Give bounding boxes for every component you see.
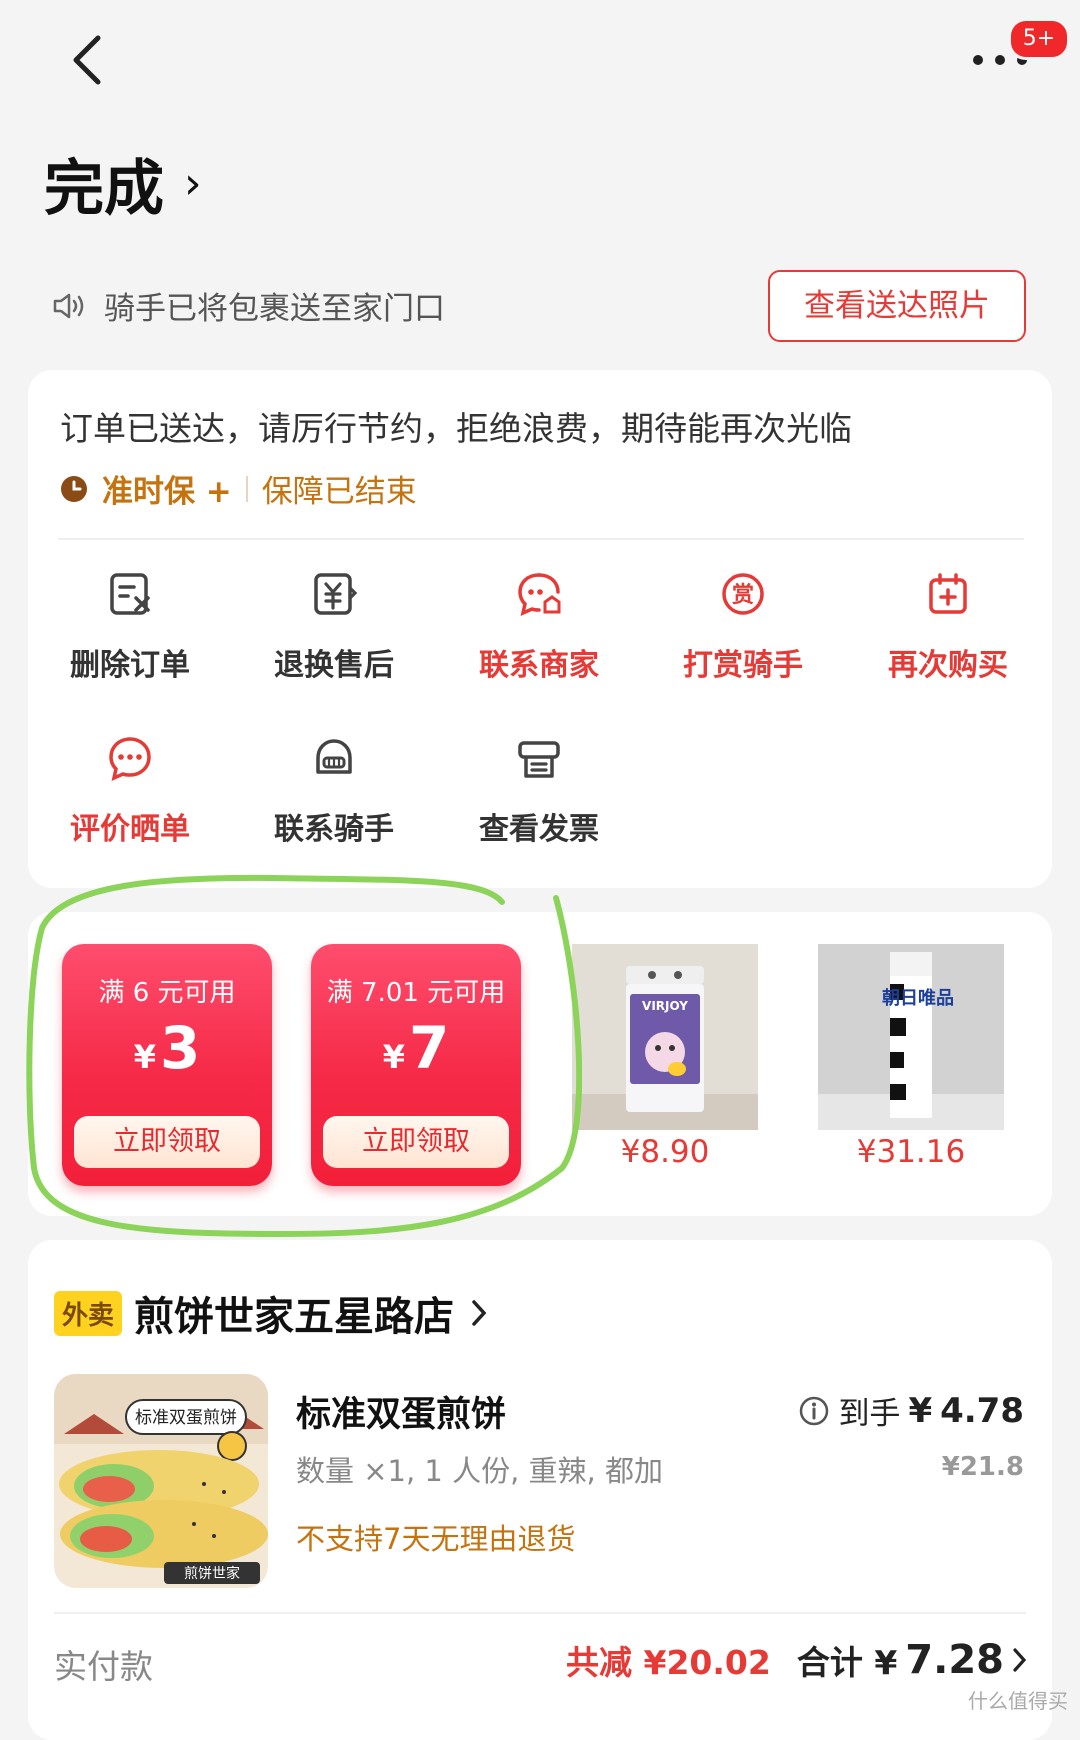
delete-order-button[interactable]: 删除订单 <box>55 570 205 684</box>
coupon-currency: ¥ <box>382 1038 405 1076</box>
on-time-guarantee[interactable]: 准时保 + 保障已结束 <box>60 466 417 511</box>
contact-merchant-icon <box>518 573 561 617</box>
back-arrow-icon[interactable] <box>58 30 118 90</box>
order-status-title[interactable]: 完成 › <box>44 140 202 227</box>
buy-again-button[interactable]: 再次购买 <box>873 570 1023 684</box>
milk-product-image: 朝日唯品 <box>818 944 1004 1130</box>
total-label: 合计 ¥ <box>796 1643 898 1682</box>
total-amount: 合计 ¥7.28 <box>797 1636 1028 1684</box>
svg-text:赏: 赏 <box>732 583 754 608</box>
payment-summary[interactable]: 共减 ¥20.02 合计 ¥7.28 <box>566 1636 1028 1684</box>
product-brand: 朝日唯品 <box>882 987 954 1009</box>
review-order-button[interactable]: 评价晒单 <box>55 734 205 848</box>
chevron-right-icon <box>1013 1648 1027 1672</box>
watermark: 什么值得买 <box>968 1689 1068 1713</box>
action-label: 联系骑手 <box>274 812 394 847</box>
jianbing-photo: 标准双蛋煎饼 煎饼世家 <box>54 1374 268 1588</box>
coupon-amount: ¥7 <box>311 1014 521 1082</box>
food-image-label: 标准双蛋煎饼 <box>135 1408 237 1428</box>
final-price-label: 到手 <box>838 1396 901 1432</box>
item-spec: 数量 ×1, 1 人份, 重辣, 都加 <box>296 1454 663 1488</box>
action-label: 再次购买 <box>888 648 1008 683</box>
chevron-right-icon <box>472 1300 487 1326</box>
item-name: 标准双蛋煎饼 <box>296 1395 507 1435</box>
final-price-currency: ¥ <box>908 1390 933 1431</box>
coupon-value: 7 <box>408 1014 450 1082</box>
clock-icon <box>61 475 87 502</box>
original-price: ¥21.8 <box>941 1452 1024 1482</box>
contact-rider-button[interactable]: 联系骑手 <box>259 734 409 848</box>
coupon-amount: ¥3 <box>62 1014 272 1082</box>
food-image-footer: 煎饼世家 <box>184 1565 240 1582</box>
food-item-image[interactable]: 标准双蛋煎饼 煎饼世家 <box>54 1374 268 1588</box>
card-divider <box>58 538 1024 540</box>
product-item[interactable]: 朝日唯品 ¥31.16 <box>818 944 1004 1170</box>
action-label: 查看发票 <box>479 812 599 847</box>
shop-name-link[interactable]: 煎饼世家五星路店 <box>134 1284 488 1342</box>
product-brand: VIRJOY <box>642 999 688 1013</box>
guarantee-divider <box>245 475 248 502</box>
final-price-value: 4.78 <box>940 1390 1024 1431</box>
total-discount: 共减 ¥20.02 <box>566 1643 771 1682</box>
return-policy-note: 不支持7天无理由退货 <box>296 1522 576 1556</box>
coupon-card[interactable]: 满 6 元可用 ¥3 立即领取 <box>62 944 272 1186</box>
tip-rider-button[interactable]: 赏 打赏骑手 <box>668 570 818 684</box>
coupon-value: 3 <box>159 1014 201 1082</box>
action-label: 删除订单 <box>70 648 190 683</box>
tip-rider-icon: 赏 <box>722 573 764 615</box>
product-price: ¥8.90 <box>620 1134 710 1170</box>
chevron-right-icon: › <box>184 158 202 209</box>
buy-again-icon <box>929 573 967 614</box>
contact-merchant-button[interactable]: 联系商家 <box>464 570 614 684</box>
coupon-card[interactable]: 满 7.01 元可用 ¥7 立即领取 <box>311 944 521 1186</box>
product-item[interactable]: VIRJOY ¥8.90 <box>572 944 758 1170</box>
delete-order-icon <box>110 573 150 615</box>
coupon-condition: 满 7.01 元可用 <box>326 978 506 1008</box>
final-price[interactable]: 到手 ¥4.78 <box>798 1388 1024 1433</box>
coupon-currency: ¥ <box>133 1038 156 1076</box>
action-label: 打赏骑手 <box>683 648 803 683</box>
view-invoice-button[interactable]: 查看发票 <box>464 734 614 848</box>
coupon-condition: 满 6 元可用 <box>98 978 236 1008</box>
product-price: ¥31.16 <box>856 1134 966 1170</box>
action-label: 评价晒单 <box>70 812 190 847</box>
contact-rider-icon <box>316 739 352 774</box>
guarantee-label: 准时保 + <box>102 474 232 510</box>
notification-badge: 5+ <box>1008 18 1070 60</box>
shop-name: 煎饼世家五星路店 <box>134 1294 454 1340</box>
takeaway-tag: 外卖 <box>54 1291 123 1336</box>
total-value: 7.28 <box>905 1637 1004 1683</box>
status-text: 完成 <box>44 154 164 224</box>
claim-coupon-button[interactable]: 立即领取 <box>74 1116 260 1168</box>
invoice-icon <box>518 741 560 778</box>
refund-after-sales-button[interactable]: 退换售后 <box>259 570 409 684</box>
info-icon[interactable] <box>798 1395 830 1427</box>
view-delivery-photo-button[interactable]: 查看送达照片 <box>768 270 1026 342</box>
delivery-notice: 骑手已将包裹送至家门口 <box>52 283 445 328</box>
order-message: 订单已送达，请厉行节约，拒绝浪费，期待能再次光临 <box>60 409 852 448</box>
speaker-icon <box>53 293 84 318</box>
action-label: 退换售后 <box>274 648 394 683</box>
tissue-product-image: VIRJOY <box>572 944 758 1130</box>
notice-text: 骑手已将包裹送至家门口 <box>104 291 445 327</box>
guarantee-status: 保障已结束 <box>261 474 417 510</box>
paid-amount-label: 实付款 <box>54 1647 153 1686</box>
refund-icon <box>314 573 358 615</box>
claim-coupon-button[interactable]: 立即领取 <box>323 1116 509 1168</box>
review-icon <box>109 737 151 782</box>
summary-divider <box>54 1612 1026 1614</box>
action-label: 联系商家 <box>479 648 599 683</box>
